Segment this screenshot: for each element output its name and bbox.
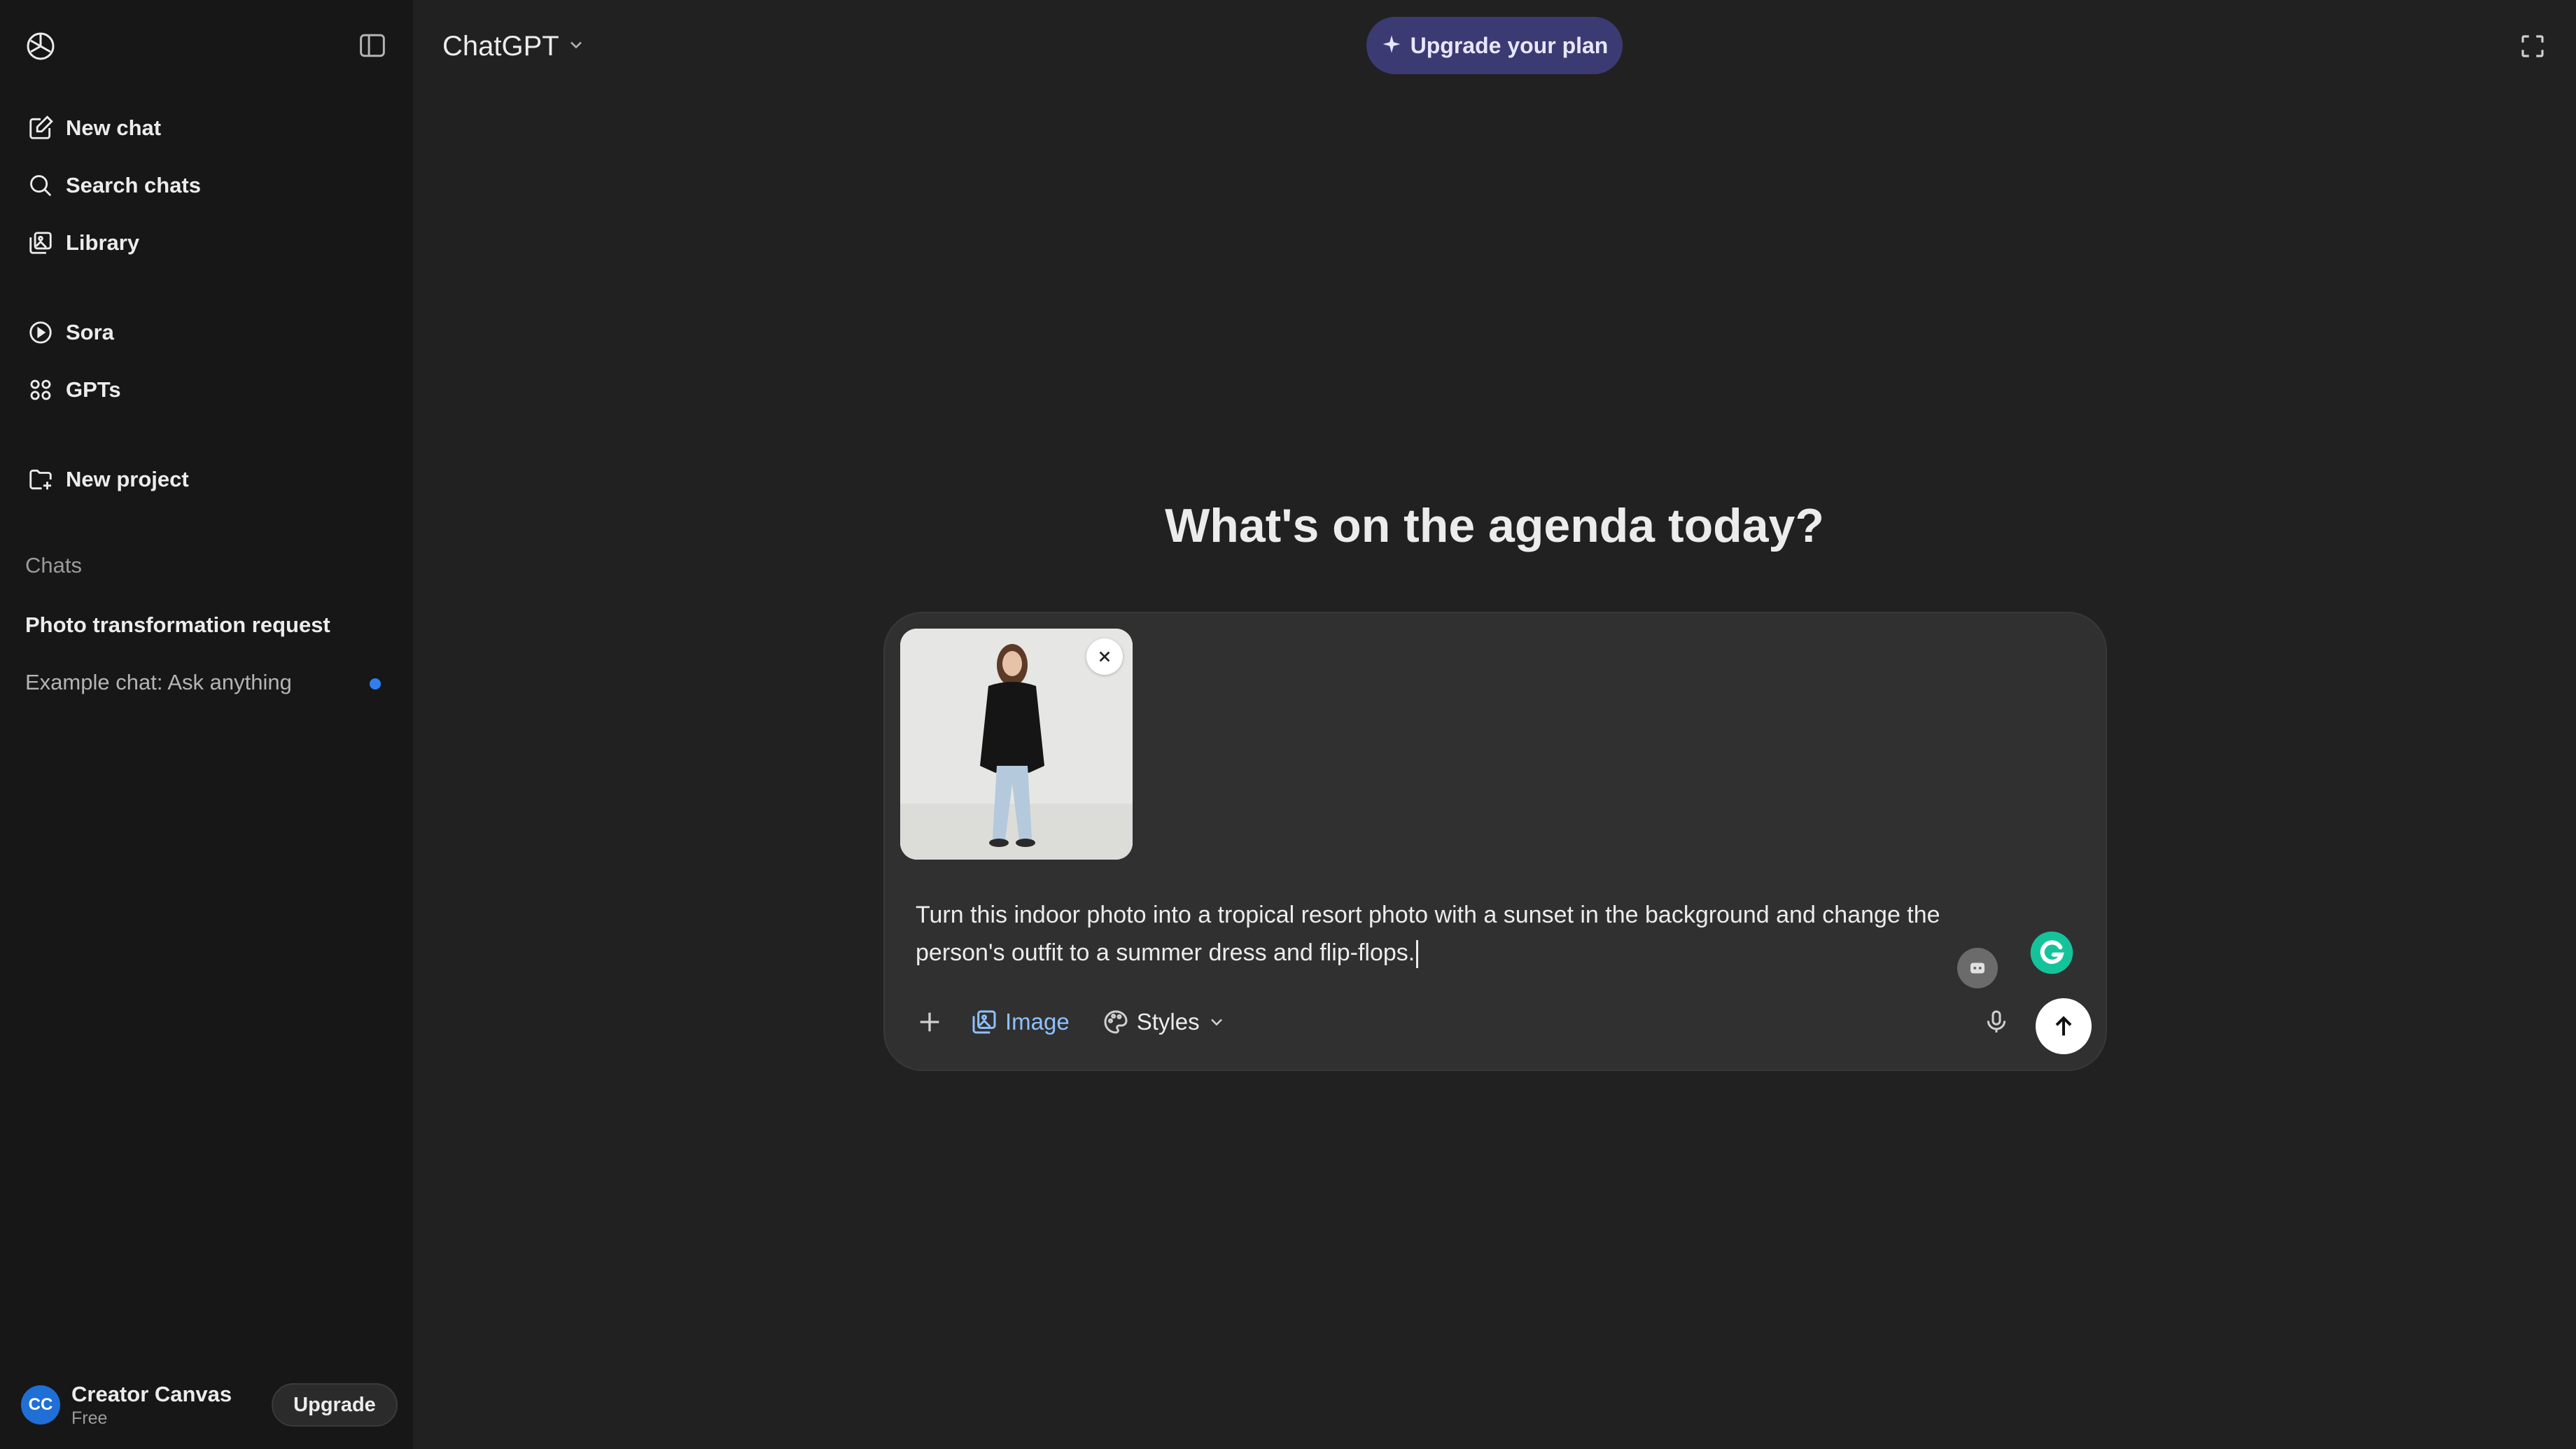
sidebar-item-sora[interactable]: Sora — [15, 308, 398, 357]
arrow-up-icon — [2055, 1016, 2072, 1036]
sidebar-item-search-chats[interactable]: Search chats — [15, 161, 398, 210]
avatar: CC — [21, 1385, 60, 1424]
play-icon — [25, 317, 56, 348]
chat-item-photo-transformation[interactable]: Photo transformation request — [15, 601, 398, 650]
sidebar-item-label: Search chats — [66, 173, 201, 197]
model-selector[interactable]: ChatGPT — [434, 25, 594, 67]
page-title: What's on the agenda today? — [1165, 499, 1824, 552]
upgrade-button[interactable]: Upgrade — [272, 1383, 398, 1427]
image-icon — [972, 1010, 996, 1034]
prompt-input[interactable]: Turn this indoor photo into a tropical r… — [916, 896, 1952, 972]
search-icon — [25, 170, 56, 201]
remove-image-button[interactable] — [1086, 638, 1123, 675]
composer-toolbar: Image Styles — [909, 997, 1236, 1047]
text-caret — [1416, 940, 1419, 969]
styles-label: Styles — [1136, 1009, 1200, 1035]
styles-button[interactable]: Styles — [1092, 1000, 1236, 1044]
openai-logo-icon[interactable] — [21, 27, 60, 66]
chats-section-label: Chats — [25, 553, 82, 578]
sidebar-item-new-chat[interactable]: New chat — [15, 104, 398, 153]
new-chat-icon — [25, 113, 56, 144]
sidebar: New chat Search chats Library Sora GPTs … — [0, 0, 413, 1449]
chevron-down-icon — [1210, 1018, 1222, 1026]
sidebar-item-label: GPTs — [66, 377, 121, 402]
upgrade-plan-label: Upgrade your plan — [1410, 32, 1609, 58]
microphone-icon — [1987, 1010, 2006, 1032]
send-button[interactable] — [2036, 998, 2092, 1054]
model-label: ChatGPT — [442, 30, 559, 62]
sidebar-item-library[interactable]: Library — [15, 218, 398, 267]
chat-item-label: Photo transformation request — [25, 612, 330, 637]
composer: Turn this indoor photo into a tropical r… — [883, 612, 2107, 1071]
sidebar-item-label: New chat — [66, 115, 162, 140]
prompt-text: Turn this indoor photo into a tropical r… — [916, 902, 1940, 966]
attached-image-thumbnail[interactable] — [900, 629, 1133, 860]
sidebar-item-gpts[interactable]: GPTs — [15, 365, 398, 414]
plus-icon — [920, 1012, 939, 1032]
grammarly-icon[interactable] — [2027, 928, 2076, 977]
user-profile[interactable]: CC Creator Canvas Free Upgrade — [15, 1373, 398, 1436]
app-window: New chat Search chats Library Sora GPTs … — [0, 0, 2576, 1449]
sidebar-toggle-icon[interactable] — [356, 31, 389, 60]
unread-dot — [370, 678, 381, 690]
close-icon — [1099, 651, 1110, 662]
image-tool-button[interactable]: Image — [960, 1000, 1079, 1044]
user-info: Creator Canvas Free — [71, 1381, 232, 1429]
palette-icon — [1104, 1010, 1128, 1034]
user-name: Creator Canvas — [71, 1382, 232, 1406]
add-attachment-button[interactable] — [909, 1001, 951, 1043]
grid-icon — [25, 374, 56, 405]
sidebar-item-label: Sora — [66, 320, 114, 344]
sidebar-item-new-project[interactable]: New project — [15, 455, 398, 504]
chat-item-label: Example chat: Ask anything — [25, 670, 292, 694]
sidebar-item-label: New project — [66, 467, 189, 491]
sparkle-icon — [1381, 34, 1402, 58]
folder-plus-icon — [25, 464, 56, 495]
chat-item-example-chat[interactable]: Example chat: Ask anything — [15, 658, 398, 707]
library-icon — [25, 227, 56, 258]
chevron-down-icon — [566, 35, 586, 58]
microphone-button[interactable] — [1977, 1002, 2016, 1042]
expand-icon[interactable] — [2514, 28, 2551, 64]
assistant-bubble-icon[interactable] — [1957, 948, 1998, 988]
image-tool-label: Image — [1005, 1009, 1070, 1035]
user-plan: Free — [71, 1408, 108, 1428]
upgrade-plan-button[interactable]: Upgrade your plan — [1366, 17, 1623, 74]
sidebar-item-label: Library — [66, 230, 140, 255]
